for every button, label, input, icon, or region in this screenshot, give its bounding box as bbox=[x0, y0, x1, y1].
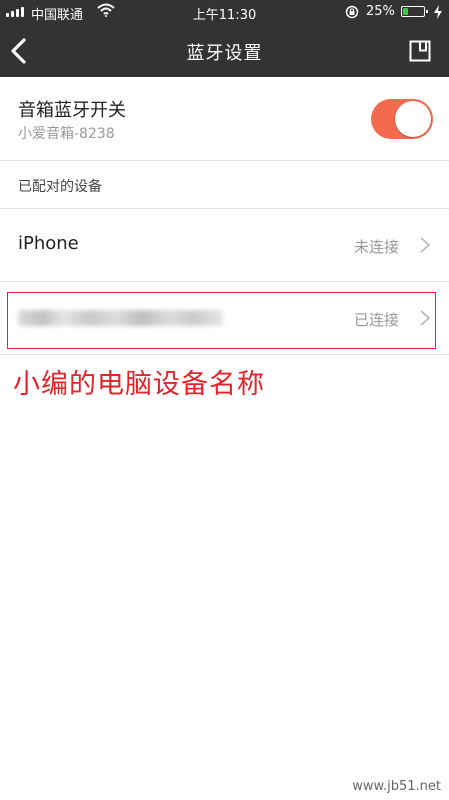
annotation-highlight-box bbox=[7, 292, 436, 349]
speaker-name: 小爱音箱-8238 bbox=[18, 126, 115, 142]
speaker-bluetooth-title: 音箱蓝牙开关 bbox=[18, 100, 126, 121]
bluetooth-toggle[interactable] bbox=[371, 99, 433, 139]
device-name: iPhone bbox=[18, 233, 79, 254]
page-title: 蓝牙设置 bbox=[186, 43, 263, 64]
battery-icon bbox=[401, 6, 428, 17]
battery-percentage: 25% bbox=[366, 4, 395, 19]
battery-level-fill bbox=[403, 8, 408, 15]
charging-bolt-icon bbox=[434, 5, 442, 19]
watermark: www.jb51.net bbox=[352, 779, 441, 794]
save-icon[interactable] bbox=[409, 40, 431, 62]
chevron-right-icon bbox=[420, 237, 431, 253]
device-status: 未连接 bbox=[353, 238, 399, 256]
status-bar: 中国联通 上午11:30 25% bbox=[0, 0, 449, 24]
toggle-knob bbox=[395, 101, 431, 137]
annotation-text: 小编的电脑设备名称 bbox=[13, 369, 265, 400]
device-row-iphone[interactable]: iPhone 未连接 bbox=[0, 209, 449, 282]
speaker-bluetooth-row: 音箱蓝牙开关 小爱音箱-8238 bbox=[0, 77, 449, 161]
paired-devices-label: 已配对的设备 bbox=[18, 179, 102, 195]
rotation-lock-icon bbox=[345, 5, 359, 19]
nav-bar: 蓝牙设置 bbox=[0, 24, 449, 77]
